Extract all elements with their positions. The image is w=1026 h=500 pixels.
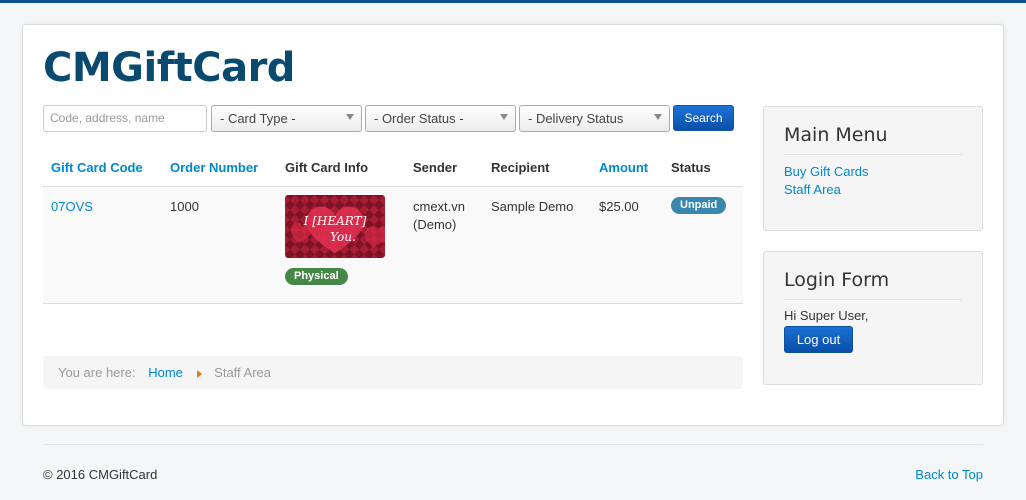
back-to-top-link[interactable]: Back to Top xyxy=(915,467,983,482)
column-header-amount[interactable]: Amount xyxy=(599,160,648,175)
breadcrumb-prefix: You are here: xyxy=(58,365,136,380)
sender-note: (Demo) xyxy=(413,217,457,232)
column-header-status: Status xyxy=(671,160,711,175)
column-header-info: Gift Card Info xyxy=(285,160,369,175)
login-form-title: Login Form xyxy=(784,269,962,300)
card-type-select[interactable]: - Card Type - xyxy=(211,105,362,132)
search-button[interactable]: Search xyxy=(673,105,734,131)
logout-button[interactable]: Log out xyxy=(784,326,853,353)
main-menu-title: Main Menu xyxy=(784,124,962,155)
amount: $25.00 xyxy=(599,199,639,214)
chevron-down-icon xyxy=(346,114,354,120)
login-greeting: Hi Super User, xyxy=(784,308,869,323)
column-header-recipient: Recipient xyxy=(491,160,550,175)
main-menu-module: Main Menu Buy Gift Cards Staff Area xyxy=(763,106,983,231)
breadcrumb-current: Staff Area xyxy=(214,365,272,380)
breadcrumb-home-link[interactable]: Home xyxy=(148,365,183,380)
type-badge: Physical xyxy=(285,268,348,285)
sender-name: cmext.vn xyxy=(413,199,466,214)
menu-item-staff-area[interactable]: Staff Area xyxy=(784,181,962,199)
column-header-sender: Sender xyxy=(413,160,458,175)
order-status-value: - Order Status - xyxy=(374,111,464,126)
card-type-value: - Card Type - xyxy=(220,111,296,126)
footer-divider xyxy=(43,444,983,445)
status-badge: Unpaid xyxy=(671,197,727,214)
login-form-module: Login Form Hi Super User, Log out xyxy=(763,251,983,385)
gift-card-code-link[interactable]: 07OVS xyxy=(51,198,93,216)
delivery-status-select[interactable]: - Delivery Status xyxy=(519,105,670,132)
breadcrumb: You are here: Home Staff Area xyxy=(43,356,743,389)
search-input[interactable]: Code, address, name xyxy=(43,105,207,132)
card-text-line2: You. xyxy=(330,230,356,244)
gift-card-table: Gift Card Code Order Number Gift Card In… xyxy=(43,155,743,304)
recipient: Sample Demo xyxy=(491,199,574,214)
footer-copyright: © 2016 CMGiftCard xyxy=(43,467,158,482)
table-row: 07OVS 1000 I [HEART] You. Physical cmext… xyxy=(43,187,743,304)
chevron-down-icon xyxy=(500,114,508,120)
order-number: 1000 xyxy=(170,199,199,214)
site-brand[interactable]: CMGiftCard xyxy=(43,45,295,91)
order-status-select[interactable]: - Order Status - xyxy=(365,105,516,132)
menu-item-buy-gift-cards[interactable]: Buy Gift Cards xyxy=(784,163,962,181)
table-header: Gift Card Code Order Number Gift Card In… xyxy=(43,155,743,187)
chevron-down-icon xyxy=(654,114,662,120)
column-header-code[interactable]: Gift Card Code xyxy=(51,160,143,175)
card-text-line1: I [HEART] xyxy=(303,214,367,228)
breadcrumb-separator-icon xyxy=(196,369,202,378)
delivery-status-value: - Delivery Status xyxy=(528,111,624,126)
sender: cmext.vn (Demo) xyxy=(413,198,465,234)
page-body: CMGiftCard Code, address, name - Card Ty… xyxy=(22,24,1004,426)
gift-card-image: I [HEART] You. xyxy=(285,195,385,258)
column-header-order[interactable]: Order Number xyxy=(170,160,258,175)
